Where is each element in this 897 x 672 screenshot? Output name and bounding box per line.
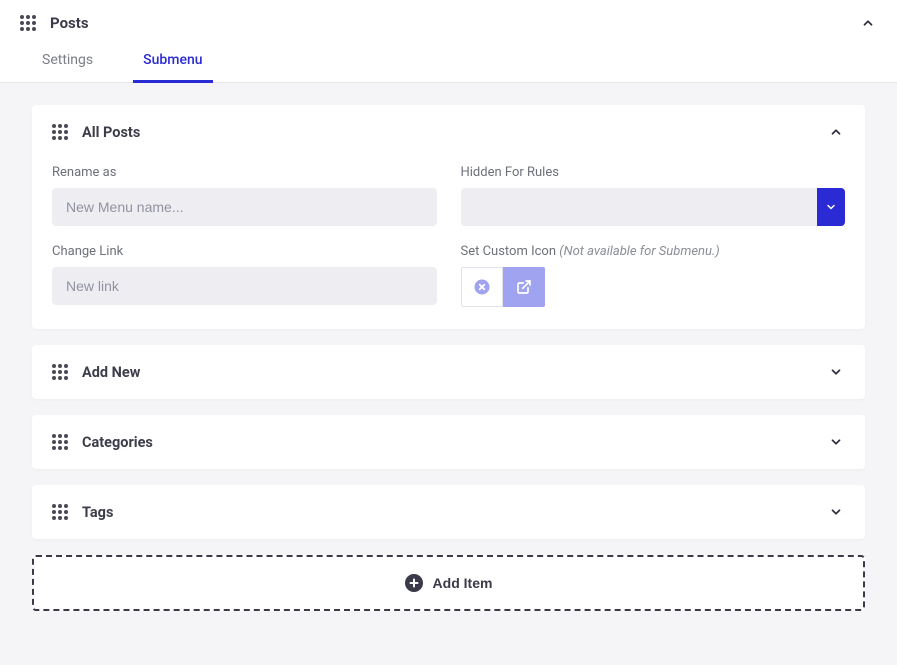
chevron-down-icon: [829, 435, 843, 449]
main-header: Posts: [0, 0, 897, 42]
main-header-left: Posts: [20, 14, 89, 32]
card-body-all-posts: Rename as Hidden For Rules Change Link: [32, 165, 865, 329]
card-title: All Posts: [82, 124, 140, 141]
custom-icon-field-group: Set Custom Icon (Not available for Subme…: [461, 244, 846, 307]
chevron-down-icon: [825, 201, 837, 213]
rename-field-group: Rename as: [52, 165, 437, 226]
hidden-rules-label: Hidden For Rules: [461, 165, 846, 180]
custom-icon-label: Set Custom Icon (Not available for Subme…: [461, 244, 846, 259]
tabs: Settings Submenu: [0, 42, 897, 83]
drag-handle-icon[interactable]: [20, 15, 36, 31]
hidden-rules-select-body[interactable]: [461, 188, 818, 226]
drag-handle-icon[interactable]: [52, 364, 68, 380]
card-header-add-new[interactable]: Add New: [32, 345, 865, 399]
clear-icon-button[interactable]: [461, 267, 503, 307]
chevron-down-icon: [829, 365, 843, 379]
hidden-rules-dropdown-button[interactable]: [817, 188, 845, 226]
chevron-down-icon: [829, 505, 843, 519]
card-header-left: Tags: [52, 504, 113, 521]
add-item-button[interactable]: Add Item: [32, 555, 865, 611]
card-title: Categories: [82, 434, 153, 451]
hidden-rules-select[interactable]: [461, 188, 846, 226]
form-row-2: Change Link Set Custom Icon (Not availab…: [52, 244, 845, 307]
drag-handle-icon[interactable]: [52, 124, 68, 140]
chevron-up-icon: [829, 125, 843, 139]
expand-card-button[interactable]: [827, 363, 845, 381]
open-icon-picker-button[interactable]: [503, 267, 545, 307]
card-title: Tags: [82, 504, 113, 521]
expand-card-button[interactable]: [827, 433, 845, 451]
plus-circle-icon: [405, 574, 423, 592]
expand-card-button[interactable]: [827, 503, 845, 521]
content-area: All Posts Rename as Hidden For Rules: [0, 83, 897, 665]
drag-handle-icon[interactable]: [52, 504, 68, 520]
add-item-label: Add Item: [433, 575, 493, 591]
drag-handle-icon[interactable]: [52, 434, 68, 450]
rename-label: Rename as: [52, 165, 437, 180]
card-header-categories[interactable]: Categories: [32, 415, 865, 469]
collapse-main-button[interactable]: [859, 14, 877, 32]
tab-submenu[interactable]: Submenu: [133, 42, 212, 83]
card-tags: Tags: [32, 485, 865, 539]
card-header-left: Categories: [52, 434, 153, 451]
collapse-card-button[interactable]: [827, 123, 845, 141]
custom-icon-note: (Not available for Submenu.): [559, 244, 719, 259]
external-link-icon: [516, 279, 532, 295]
clear-circle-icon: [473, 278, 491, 296]
form-row-1: Rename as Hidden For Rules: [52, 165, 845, 226]
card-header-left: Add New: [52, 364, 140, 381]
change-link-field-group: Change Link: [52, 244, 437, 307]
page-title: Posts: [50, 14, 89, 32]
card-all-posts: All Posts Rename as Hidden For Rules: [32, 105, 865, 329]
card-header-all-posts[interactable]: All Posts: [32, 105, 865, 159]
chevron-up-icon: [861, 16, 875, 30]
rename-input[interactable]: [52, 188, 437, 226]
change-link-input[interactable]: [52, 267, 437, 305]
hidden-rules-field-group: Hidden For Rules: [461, 165, 846, 226]
tab-settings[interactable]: Settings: [32, 42, 103, 83]
custom-icon-button-group: [461, 267, 846, 307]
card-title: Add New: [82, 364, 140, 381]
card-add-new: Add New: [32, 345, 865, 399]
custom-icon-label-text: Set Custom Icon: [461, 244, 557, 259]
card-header-left: All Posts: [52, 124, 140, 141]
change-link-label: Change Link: [52, 244, 437, 259]
card-header-tags[interactable]: Tags: [32, 485, 865, 539]
card-categories: Categories: [32, 415, 865, 469]
